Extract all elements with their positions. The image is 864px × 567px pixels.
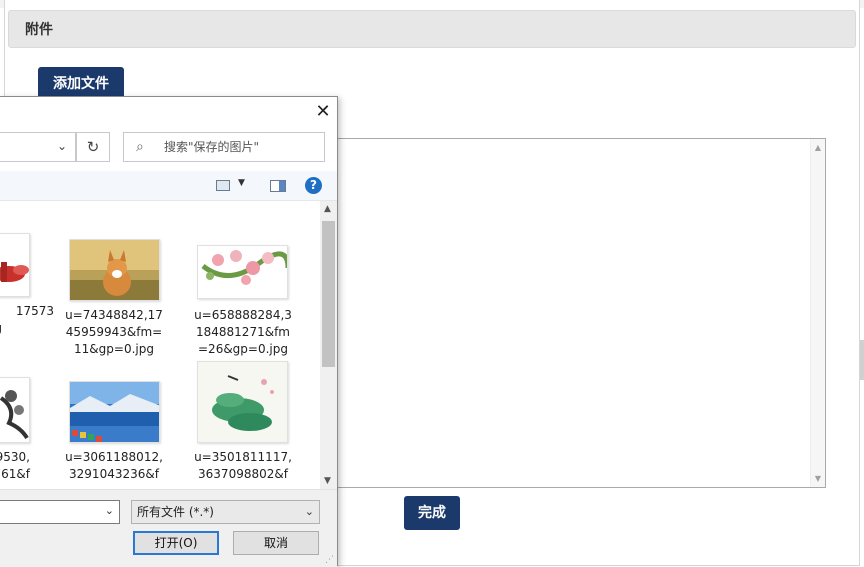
preview-pane-icon[interactable] [270,180,286,192]
search-icon: ⌕ [136,139,144,155]
cancel-button[interactable]: 取消 [233,531,319,555]
finish-button[interactable]: 完成 [404,496,460,530]
scroll-down-arrow-icon[interactable]: ▼ [815,474,821,483]
file-name: u=3501811117, 3637098802&f [194,450,292,481]
chevron-down-icon: ⌄ [304,505,314,518]
search-placeholder: 搜索"保存的图片" [164,140,260,154]
ink-wash-image [0,390,29,440]
panel-title: 附件 [8,10,856,48]
file-thumbnail [0,233,30,297]
file-list-box: ▲ ▼ [335,138,826,488]
file-thumbnail [197,361,288,443]
file-name: u=74348842,17 45959943&fm= 11&gp=0.jpg [65,308,163,356]
filename-input[interactable]: ⌄ [0,500,120,524]
chevron-down-icon[interactable]: ⌄ [105,504,114,517]
view-mode-icon[interactable] [216,180,230,191]
dialog-bottom-bar: ⌄ 所有文件 (*.*) ⌄ 打开(O) 取消 ⋰ [0,489,337,567]
help-icon[interactable]: ? [305,177,322,194]
file-thumbnail [69,239,160,301]
view-options-caret-icon[interactable]: ▼ [238,178,245,188]
search-input[interactable]: ⌕ 搜索"保存的图片" [123,132,325,162]
file-name: u=3061188012, 3291043236&f [65,450,163,481]
open-button[interactable]: 打开(O) [133,531,219,555]
green-ink-image [212,375,274,431]
corgi-image [70,240,159,300]
red-ribbon-image [0,262,29,282]
filetype-value: 所有文件 (*.*) [137,505,214,519]
roses-image [201,250,287,285]
file-name: u=658888284,3 184881271&fm =26&gp=0.jpg [194,308,292,356]
resize-grip-icon[interactable]: ⋰ [325,555,334,565]
dialog-toolbar: ▼ ? [0,171,337,201]
scrollbar-thumb[interactable] [322,221,335,367]
file-thumbnail [0,377,30,443]
scroll-up-arrow-icon[interactable]: ▲ [324,204,331,214]
file-thumbnail [197,245,288,299]
chevron-down-icon: ⌄ [56,139,67,153]
file-thumbnail [69,381,160,443]
scroll-up-arrow-icon[interactable]: ▲ [815,143,821,152]
file-open-dialog: ✕ ⌄ ↻ ⌕ 搜索"保存的图片" ▼ ? 17573 g [0,96,338,567]
refresh-button[interactable]: ↻ [76,132,110,162]
file-list-scrollbar[interactable]: ▲ ▼ [810,139,825,487]
close-icon[interactable]: ✕ [312,101,334,123]
filetype-select[interactable]: 所有文件 (*.*) ⌄ [131,500,320,524]
dialog-scrollbar[interactable]: ▲ ▼ [320,201,337,489]
path-dropdown[interactable]: ⌄ [0,132,76,162]
scroll-down-arrow-icon[interactable]: ▼ [324,476,331,486]
file-grid: 17573 g u=74348842,17 4595 [0,201,320,489]
lake-image [70,382,159,442]
edge-marker [860,340,864,380]
